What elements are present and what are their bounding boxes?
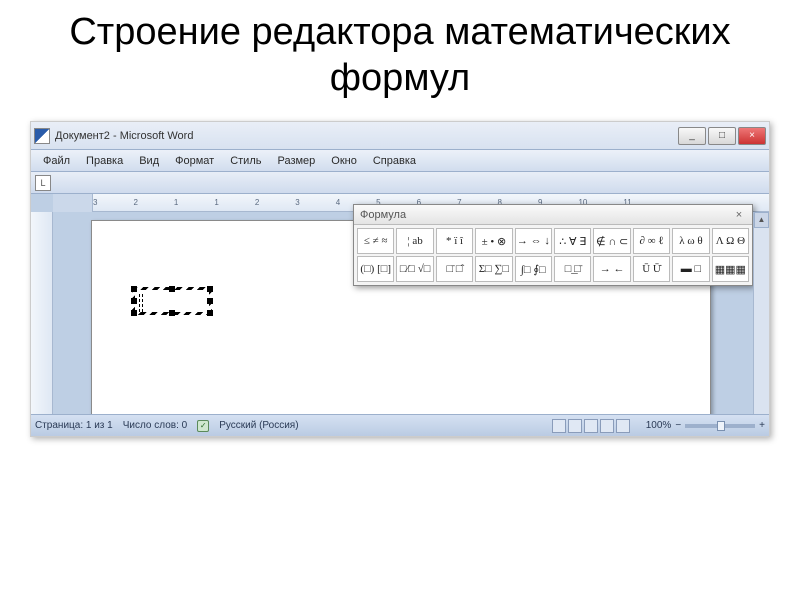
status-words[interactable]: Число слов: 0 [123, 420, 187, 431]
menu-edit[interactable]: Правка [78, 152, 131, 170]
ruler-tick: 2 [255, 198, 259, 207]
scroll-up-icon[interactable]: ▲ [754, 212, 769, 228]
template-matrix-small[interactable]: ▬ □ [672, 256, 709, 282]
menu-file[interactable]: Файл [35, 152, 78, 170]
template-matrix[interactable]: ▦▦▦ [712, 256, 749, 282]
slide-title: Строение редактора математических формул [0, 0, 800, 121]
resize-handle[interactable] [131, 310, 137, 316]
view-outline-icon[interactable] [600, 419, 614, 433]
view-mode-icons [552, 419, 630, 433]
zoom-out-button[interactable]: − [675, 420, 681, 431]
close-button[interactable]: × [738, 127, 766, 145]
zoom-in-button[interactable]: + [759, 420, 765, 431]
view-read-icon[interactable] [568, 419, 582, 433]
template-script[interactable]: □̄ □̂ [436, 256, 473, 282]
symbol-embellish[interactable]: * ï î [436, 228, 473, 254]
ruler-tick: 2 [133, 198, 137, 207]
symbol-operators[interactable]: ± • ⊗ [475, 228, 512, 254]
document-area: 3 2 1 1 2 3 4 5 6 7 8 9 10 11 [31, 194, 769, 414]
equation-object[interactable] [132, 287, 212, 315]
resize-handle[interactable] [131, 298, 137, 304]
view-mode-button[interactable]: L [35, 175, 51, 191]
window-controls: _ □ × [678, 127, 766, 145]
spellcheck-icon[interactable]: ✓ [197, 420, 209, 432]
status-language[interactable]: Русский (Россия) [219, 420, 298, 431]
palette-titlebar[interactable]: Формула × [354, 205, 752, 225]
symbol-relational[interactable]: ≤ ≠ ≈ [357, 228, 394, 254]
ruler-corner [53, 194, 93, 212]
symbol-spaces[interactable]: ¦ ab [396, 228, 433, 254]
palette-title: Формула [360, 209, 732, 221]
template-products[interactable]: Ū Ū̇ [633, 256, 670, 282]
toolbar: L [31, 172, 769, 194]
symbol-logic[interactable]: ∴ ∀ ∃ [554, 228, 591, 254]
ruler-tick: 3 [93, 198, 97, 207]
menu-style[interactable]: Стиль [222, 152, 269, 170]
maximize-button[interactable]: □ [708, 127, 736, 145]
zoom-slider[interactable] [685, 424, 755, 428]
view-print-icon[interactable] [552, 419, 566, 433]
menu-window[interactable]: Окно [323, 152, 365, 170]
formula-palette: Формула × ≤ ≠ ≈ ¦ ab * ï î ± • ⊗ → ⇔ ↓ ∴… [353, 204, 753, 286]
symbol-arrows[interactable]: → ⇔ ↓ [515, 228, 552, 254]
palette-grid: ≤ ≠ ≈ ¦ ab * ï î ± • ⊗ → ⇔ ↓ ∴ ∀ ∃ ∉ ∩ ⊂… [354, 225, 752, 285]
minimize-button[interactable]: _ [678, 127, 706, 145]
resize-handle[interactable] [207, 286, 213, 292]
equation-cursor [139, 294, 143, 312]
ruler-tick: 3 [295, 198, 299, 207]
status-bar: Страница: 1 из 1 Число слов: 0 ✓ Русский… [31, 414, 769, 436]
template-fraction[interactable]: □⁄□ √□ [396, 256, 433, 282]
ruler-tick: 4 [336, 198, 340, 207]
symbol-set[interactable]: ∉ ∩ ⊂ [593, 228, 630, 254]
resize-handle[interactable] [207, 310, 213, 316]
word-window: Документ2 - Microsoft Word _ □ × Файл Пр… [30, 121, 770, 437]
ruler-tick: 1 [174, 198, 178, 207]
vertical-scrollbar[interactable]: ▲ [753, 212, 769, 414]
template-integral[interactable]: ∫□ ∮□ [515, 256, 552, 282]
zoom-level[interactable]: 100% [646, 420, 672, 431]
titlebar: Документ2 - Microsoft Word _ □ × [31, 122, 769, 150]
menu-help[interactable]: Справка [365, 152, 424, 170]
symbol-misc[interactable]: ∂ ∞ ℓ [633, 228, 670, 254]
zoom-controls: 100% − + [646, 420, 765, 431]
resize-handle[interactable] [169, 286, 175, 292]
resize-handle[interactable] [131, 286, 137, 292]
resize-handle[interactable] [207, 298, 213, 304]
app-icon [34, 128, 50, 144]
menu-format[interactable]: Формат [167, 152, 222, 170]
status-page[interactable]: Страница: 1 из 1 [35, 420, 113, 431]
menu-bar: Файл Правка Вид Формат Стиль Размер Окно… [31, 150, 769, 172]
template-labeled-arrow[interactable]: → ← [593, 256, 630, 282]
template-overbar[interactable]: □͟ □̄ [554, 256, 591, 282]
zoom-thumb[interactable] [717, 421, 725, 431]
palette-close-icon[interactable]: × [732, 208, 746, 222]
symbol-greek-lower[interactable]: λ ω θ [672, 228, 709, 254]
view-draft-icon[interactable] [616, 419, 630, 433]
window-title: Документ2 - Microsoft Word [55, 130, 678, 142]
view-web-icon[interactable] [584, 419, 598, 433]
template-sum[interactable]: Σ□ ∑□ [475, 256, 512, 282]
resize-handle[interactable] [169, 310, 175, 316]
menu-size[interactable]: Размер [269, 152, 323, 170]
ruler-tick: 1 [214, 198, 218, 207]
symbol-greek-upper[interactable]: Λ Ω Θ [712, 228, 749, 254]
menu-view[interactable]: Вид [131, 152, 167, 170]
vertical-ruler[interactable] [31, 212, 53, 414]
template-fences[interactable]: (□) [□] [357, 256, 394, 282]
